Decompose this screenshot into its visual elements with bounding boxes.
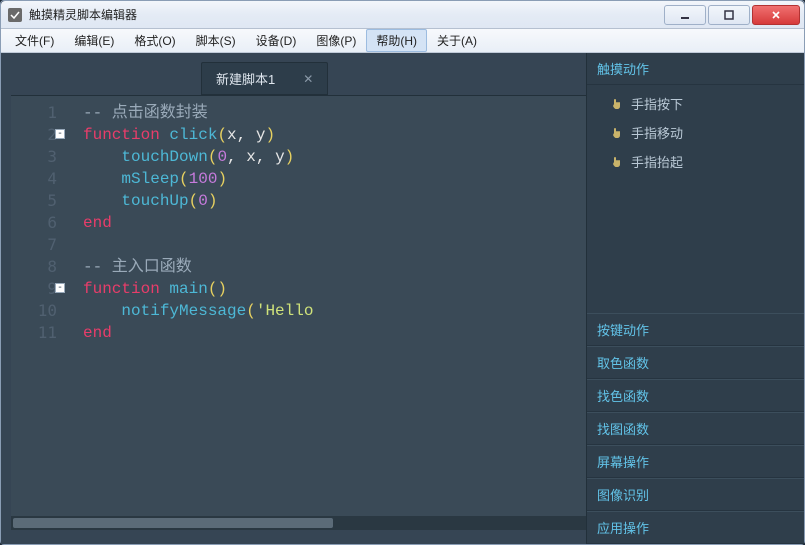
close-button[interactable] — [752, 5, 800, 25]
code-line[interactable]: touchDown(0, x, y) — [83, 146, 586, 168]
panel-group-header[interactable]: 屏幕操作 — [587, 445, 804, 478]
fold-toggle-icon[interactable]: - — [55, 283, 65, 293]
code-line[interactable]: -- 主入口函数 — [83, 256, 586, 278]
code-line[interactable]: function main() — [83, 278, 586, 300]
panel-group-header[interactable]: 触摸动作 — [587, 53, 804, 85]
menu-item[interactable]: 格式(O) — [124, 29, 185, 52]
menu-item[interactable]: 图像(P) — [306, 29, 366, 52]
panel-group-header[interactable]: 找图函数 — [587, 412, 804, 445]
code-line[interactable]: -- 点击函数封装 — [83, 102, 586, 124]
scrollbar-thumb[interactable] — [13, 518, 333, 528]
menubar: 文件(F)编辑(E)格式(O)脚本(S)设备(D)图像(P)帮助(H)关于(A) — [1, 29, 804, 53]
app-icon — [7, 7, 23, 23]
panel-group-content: 手指按下手指移动手指抬起 — [587, 85, 804, 184]
gutter-line: 7 — [11, 234, 57, 256]
menu-item[interactable]: 关于(A) — [427, 29, 487, 52]
code-line[interactable]: function click(x, y) — [83, 124, 586, 146]
hand-icon — [611, 127, 623, 139]
panel-item-label: 手指移动 — [631, 123, 683, 142]
code-text[interactable]: -- 点击函数封装function click(x, y) touchDown(… — [67, 96, 586, 530]
code-line[interactable]: touchUp(0) — [83, 190, 586, 212]
menu-item[interactable]: 设备(D) — [246, 29, 307, 52]
panel-item-label: 手指抬起 — [631, 152, 683, 171]
window-controls — [664, 5, 800, 25]
code-line[interactable]: end — [83, 322, 586, 344]
panel-spacer — [587, 184, 804, 313]
gutter-line: 5 — [11, 190, 57, 212]
code-line[interactable] — [83, 234, 586, 256]
fold-toggle-icon[interactable]: - — [55, 129, 65, 139]
menu-item[interactable]: 编辑(E) — [64, 29, 124, 52]
horizontal-scrollbar[interactable] — [11, 516, 586, 530]
code-line[interactable]: mSleep(100) — [83, 168, 586, 190]
panel-item[interactable]: 手指移动 — [587, 118, 804, 147]
gutter-line: 9- — [11, 278, 57, 300]
code-line[interactable]: end — [83, 212, 586, 234]
panel-group-header[interactable]: 图像识别 — [587, 478, 804, 511]
titlebar: 触摸精灵脚本编辑器 — [1, 1, 804, 29]
tab-strip: 新建脚本1 ✕ — [11, 63, 586, 95]
gutter-line: 6 — [11, 212, 57, 234]
menu-item[interactable]: 文件(F) — [5, 29, 64, 52]
hand-icon — [611, 98, 623, 110]
main-area: 新建脚本1 ✕ 12-3456789-1011 -- 点击函数封装functio… — [1, 53, 804, 544]
tab-script[interactable]: 新建脚本1 ✕ — [201, 62, 328, 95]
tab-label: 新建脚本1 — [216, 69, 275, 88]
panel-item[interactable]: 手指抬起 — [587, 147, 804, 176]
gutter-line: 8 — [11, 256, 57, 278]
tab-close-icon[interactable]: ✕ — [303, 72, 313, 86]
code-editor[interactable]: 12-3456789-1011 -- 点击函数封装function click(… — [11, 95, 586, 530]
panel-group-header[interactable]: 取色函数 — [587, 346, 804, 379]
panel-group-header[interactable]: 找色函数 — [587, 379, 804, 412]
panel-item-label: 手指按下 — [631, 94, 683, 113]
minimize-button[interactable] — [664, 5, 706, 25]
panel-item[interactable]: 手指按下 — [587, 89, 804, 118]
menu-item[interactable]: 帮助(H) — [366, 29, 427, 52]
gutter-line: 11 — [11, 322, 57, 344]
gutter-line: 2- — [11, 124, 57, 146]
gutter-line: 4 — [11, 168, 57, 190]
panel-group-header[interactable]: 应用操作 — [587, 511, 804, 544]
gutter-line: 3 — [11, 146, 57, 168]
window-title: 触摸精灵脚本编辑器 — [29, 6, 664, 23]
panel-group-header[interactable]: 按键动作 — [587, 313, 804, 346]
maximize-button[interactable] — [708, 5, 750, 25]
gutter: 12-3456789-1011 — [11, 96, 67, 530]
menu-item[interactable]: 脚本(S) — [186, 29, 246, 52]
hand-icon — [611, 156, 623, 168]
gutter-line: 10 — [11, 300, 57, 322]
editor-area: 新建脚本1 ✕ 12-3456789-1011 -- 点击函数封装functio… — [1, 53, 586, 544]
code-line[interactable]: notifyMessage('Hello — [83, 300, 586, 322]
side-panel: 触摸动作手指按下手指移动手指抬起按键动作取色函数找色函数找图函数屏幕操作图像识别… — [586, 53, 804, 544]
gutter-line: 1 — [11, 102, 57, 124]
